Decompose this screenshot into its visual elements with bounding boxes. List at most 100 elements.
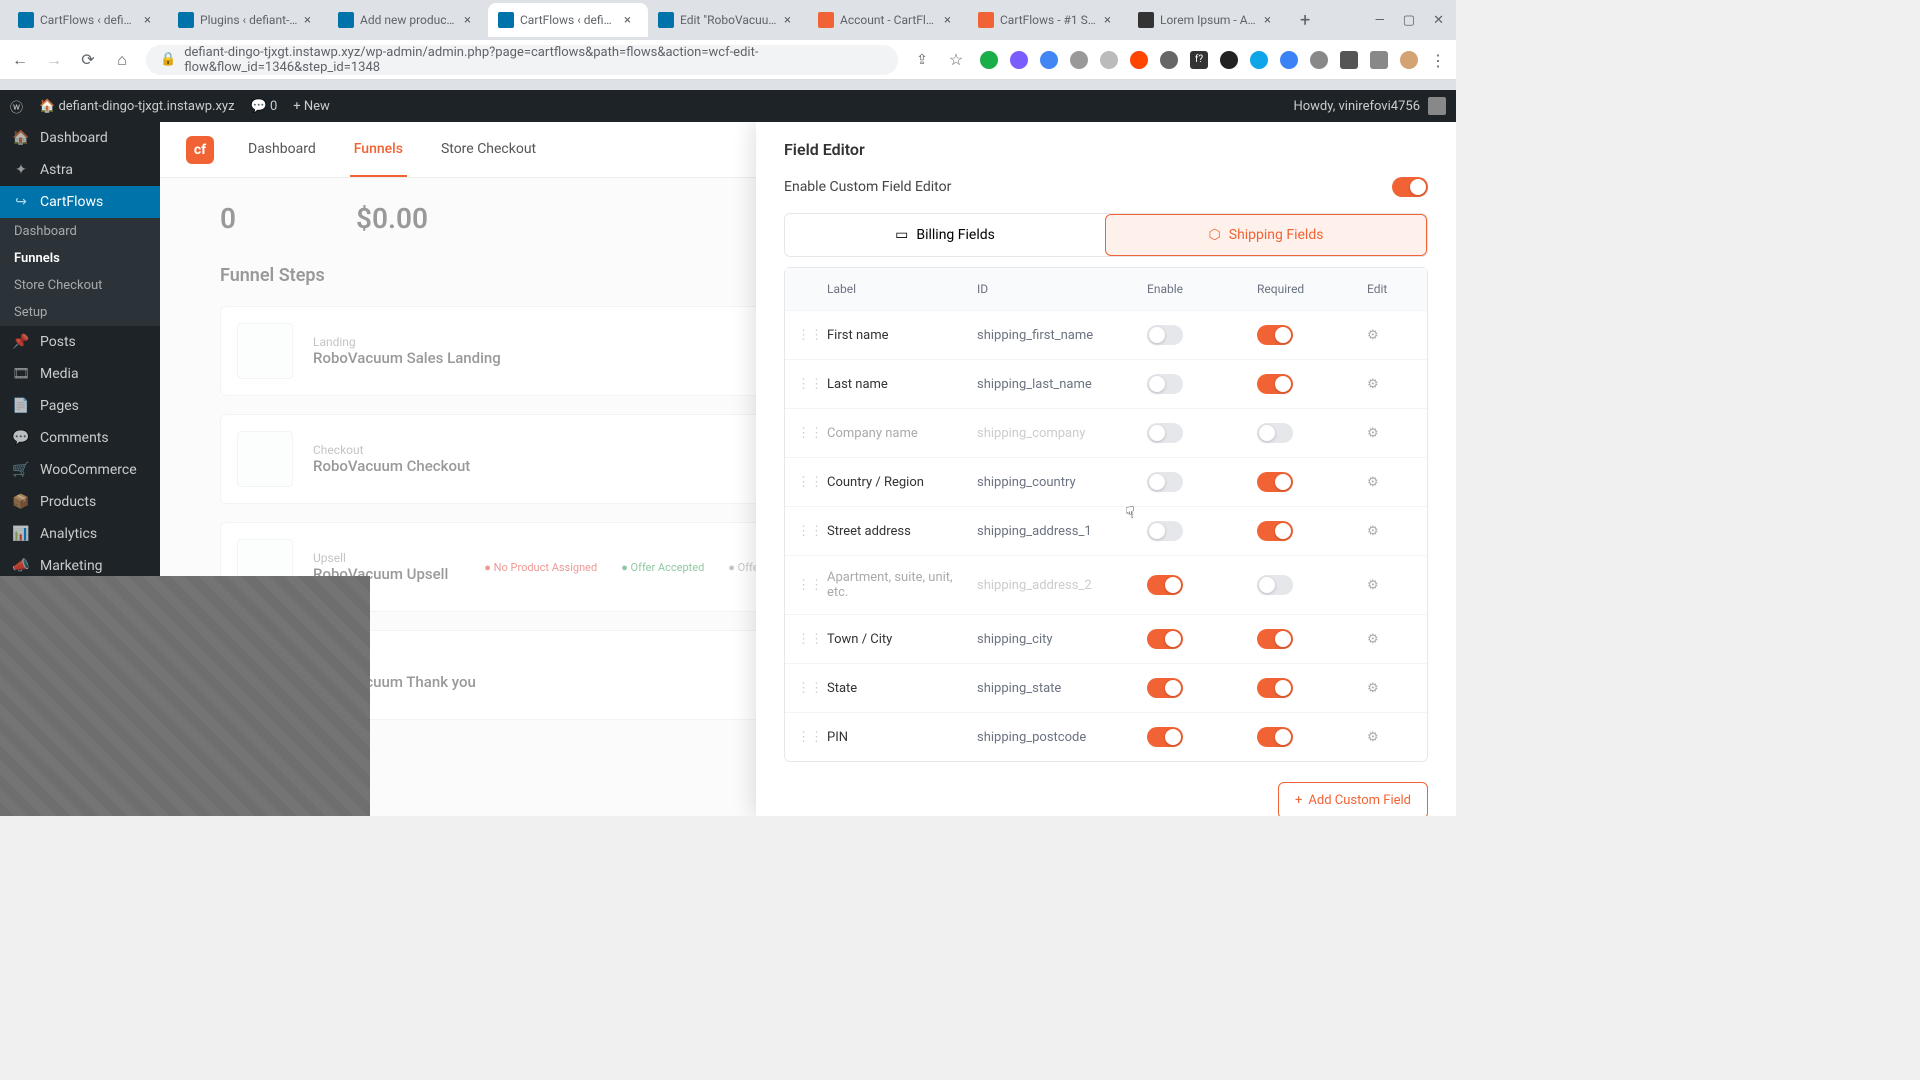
- sidebar-item[interactable]: 📌Posts: [0, 326, 160, 358]
- enable-toggle[interactable]: [1147, 521, 1183, 541]
- ext-icon[interactable]: [1160, 51, 1178, 69]
- enable-toggle[interactable]: [1147, 325, 1183, 345]
- close-tab-icon[interactable]: ×: [784, 13, 798, 27]
- gear-icon[interactable]: ⚙: [1367, 377, 1427, 392]
- url-input[interactable]: 🔒 defiant-dingo-tjxgt.instawp.xyz/wp-adm…: [146, 45, 898, 75]
- ext-icon[interactable]: [1100, 51, 1118, 69]
- drag-handle-icon[interactable]: ⋮⋮: [797, 632, 827, 647]
- browser-tab[interactable]: CartFlows ‹ defiant-ding×: [488, 3, 648, 37]
- sidebar-item[interactable]: Dashboard: [0, 218, 160, 245]
- cf-nav-tab[interactable]: Dashboard: [244, 123, 320, 177]
- gear-icon[interactable]: ⚙: [1367, 578, 1427, 593]
- sidebar-item[interactable]: 📦Products: [0, 486, 160, 518]
- required-toggle[interactable]: [1257, 521, 1293, 541]
- browser-tab[interactable]: Lorem Ipsum - All the fa×: [1128, 3, 1288, 37]
- drag-handle-icon[interactable]: ⋮⋮: [797, 426, 827, 441]
- close-tab-icon[interactable]: ×: [1104, 13, 1118, 27]
- sidebar-item[interactable]: ↪CartFlows: [0, 186, 160, 218]
- ext-icon[interactable]: [1310, 51, 1328, 69]
- add-custom-field-button[interactable]: + Add Custom Field: [1278, 782, 1428, 816]
- new-tab-button[interactable]: +: [1288, 10, 1322, 31]
- sidebar-item[interactable]: 🏠Dashboard: [0, 122, 160, 154]
- sidebar-item[interactable]: 📊Analytics: [0, 518, 160, 550]
- close-tab-icon[interactable]: ×: [624, 13, 638, 27]
- gear-icon[interactable]: ⚙: [1367, 524, 1427, 539]
- required-toggle[interactable]: [1257, 727, 1293, 747]
- enable-toggle[interactable]: [1147, 575, 1183, 595]
- kebab-icon[interactable]: ⋮: [1430, 51, 1446, 69]
- required-toggle[interactable]: [1257, 423, 1293, 443]
- home-button[interactable]: ⌂: [112, 50, 132, 70]
- close-tab-icon[interactable]: ×: [1264, 13, 1278, 27]
- billing-fields-tab[interactable]: ▭ Billing Fields: [785, 214, 1105, 256]
- required-toggle[interactable]: [1257, 629, 1293, 649]
- sidepanel-icon[interactable]: [1370, 51, 1388, 69]
- required-toggle[interactable]: [1257, 678, 1293, 698]
- drag-handle-icon[interactable]: ⋮⋮: [797, 377, 827, 392]
- enable-custom-toggle[interactable]: [1392, 177, 1428, 197]
- shipping-fields-tab[interactable]: ⬡ Shipping Fields: [1105, 214, 1427, 256]
- wp-logo-icon[interactable]: ⓦ: [10, 97, 23, 116]
- ext-icon[interactable]: [980, 51, 998, 69]
- sidebar-item[interactable]: 🎞Media: [0, 358, 160, 390]
- howdy[interactable]: Howdy, vinirefovi4756: [1293, 97, 1446, 115]
- required-toggle[interactable]: [1257, 472, 1293, 492]
- ext-icon[interactable]: [1010, 51, 1028, 69]
- gear-icon[interactable]: ⚙: [1367, 730, 1427, 745]
- back-button[interactable]: ←: [10, 50, 30, 70]
- drag-handle-icon[interactable]: ⋮⋮: [797, 578, 827, 593]
- gear-icon[interactable]: ⚙: [1367, 475, 1427, 490]
- ext-icon[interactable]: [1220, 51, 1238, 69]
- sidebar-item[interactable]: Funnels: [0, 245, 160, 272]
- enable-toggle[interactable]: [1147, 678, 1183, 698]
- forward-button[interactable]: →: [44, 50, 64, 70]
- enable-toggle[interactable]: [1147, 727, 1183, 747]
- puzzle-icon[interactable]: [1340, 51, 1358, 69]
- share-icon[interactable]: ⇪: [912, 52, 932, 68]
- drag-handle-icon[interactable]: ⋮⋮: [797, 475, 827, 490]
- drag-handle-icon[interactable]: ⋮⋮: [797, 328, 827, 343]
- close-tab-icon[interactable]: ×: [464, 13, 478, 27]
- minimize-icon[interactable]: —: [1375, 13, 1385, 28]
- ext-icon[interactable]: [1070, 51, 1088, 69]
- enable-toggle[interactable]: [1147, 374, 1183, 394]
- enable-toggle[interactable]: [1147, 423, 1183, 443]
- sidebar-item[interactable]: 🛒WooCommerce: [0, 454, 160, 486]
- enable-toggle[interactable]: [1147, 629, 1183, 649]
- ext-icon[interactable]: [1130, 51, 1148, 69]
- cf-nav-tab[interactable]: Store Checkout: [437, 123, 540, 177]
- ext-icon[interactable]: f?: [1190, 51, 1208, 69]
- sidebar-item[interactable]: Store Checkout: [0, 272, 160, 299]
- sidebar-item[interactable]: ✦Astra: [0, 154, 160, 186]
- site-name[interactable]: 🏠 defiant-dingo-tjxgt.instawp.xyz: [39, 99, 235, 114]
- sidebar-item[interactable]: Setup: [0, 299, 160, 326]
- required-toggle[interactable]: [1257, 575, 1293, 595]
- drag-handle-icon[interactable]: ⋮⋮: [797, 681, 827, 696]
- sidebar-item[interactable]: 📄Pages: [0, 390, 160, 422]
- browser-tab[interactable]: Add new product ‹ defi×: [328, 3, 488, 37]
- gear-icon[interactable]: ⚙: [1367, 426, 1427, 441]
- browser-tab[interactable]: Account - CartFlows×: [808, 3, 968, 37]
- star-icon[interactable]: ☆: [946, 50, 966, 69]
- enable-toggle[interactable]: [1147, 472, 1183, 492]
- browser-tab[interactable]: CartFlows ‹ defiant-ding×: [8, 3, 168, 37]
- cartflows-logo[interactable]: cf: [186, 136, 214, 164]
- gear-icon[interactable]: ⚙: [1367, 632, 1427, 647]
- required-toggle[interactable]: [1257, 374, 1293, 394]
- ext-icon[interactable]: [1280, 51, 1298, 69]
- required-toggle[interactable]: [1257, 325, 1293, 345]
- close-tab-icon[interactable]: ×: [144, 13, 158, 27]
- gear-icon[interactable]: ⚙: [1367, 328, 1427, 343]
- browser-tab[interactable]: Plugins ‹ defiant-dingo×: [168, 3, 328, 37]
- maximize-icon[interactable]: ▢: [1403, 13, 1415, 28]
- sidebar-item[interactable]: 💬Comments: [0, 422, 160, 454]
- ext-icon[interactable]: [1250, 51, 1268, 69]
- close-window-icon[interactable]: ✕: [1433, 13, 1444, 28]
- close-tab-icon[interactable]: ×: [944, 13, 958, 27]
- gear-icon[interactable]: ⚙: [1367, 681, 1427, 696]
- new-button[interactable]: + New: [293, 99, 330, 114]
- avatar-icon[interactable]: [1400, 51, 1418, 69]
- drag-handle-icon[interactable]: ⋮⋮: [797, 524, 827, 539]
- ext-icon[interactable]: [1040, 51, 1058, 69]
- browser-tab[interactable]: Edit "RoboVacuum Che×: [648, 3, 808, 37]
